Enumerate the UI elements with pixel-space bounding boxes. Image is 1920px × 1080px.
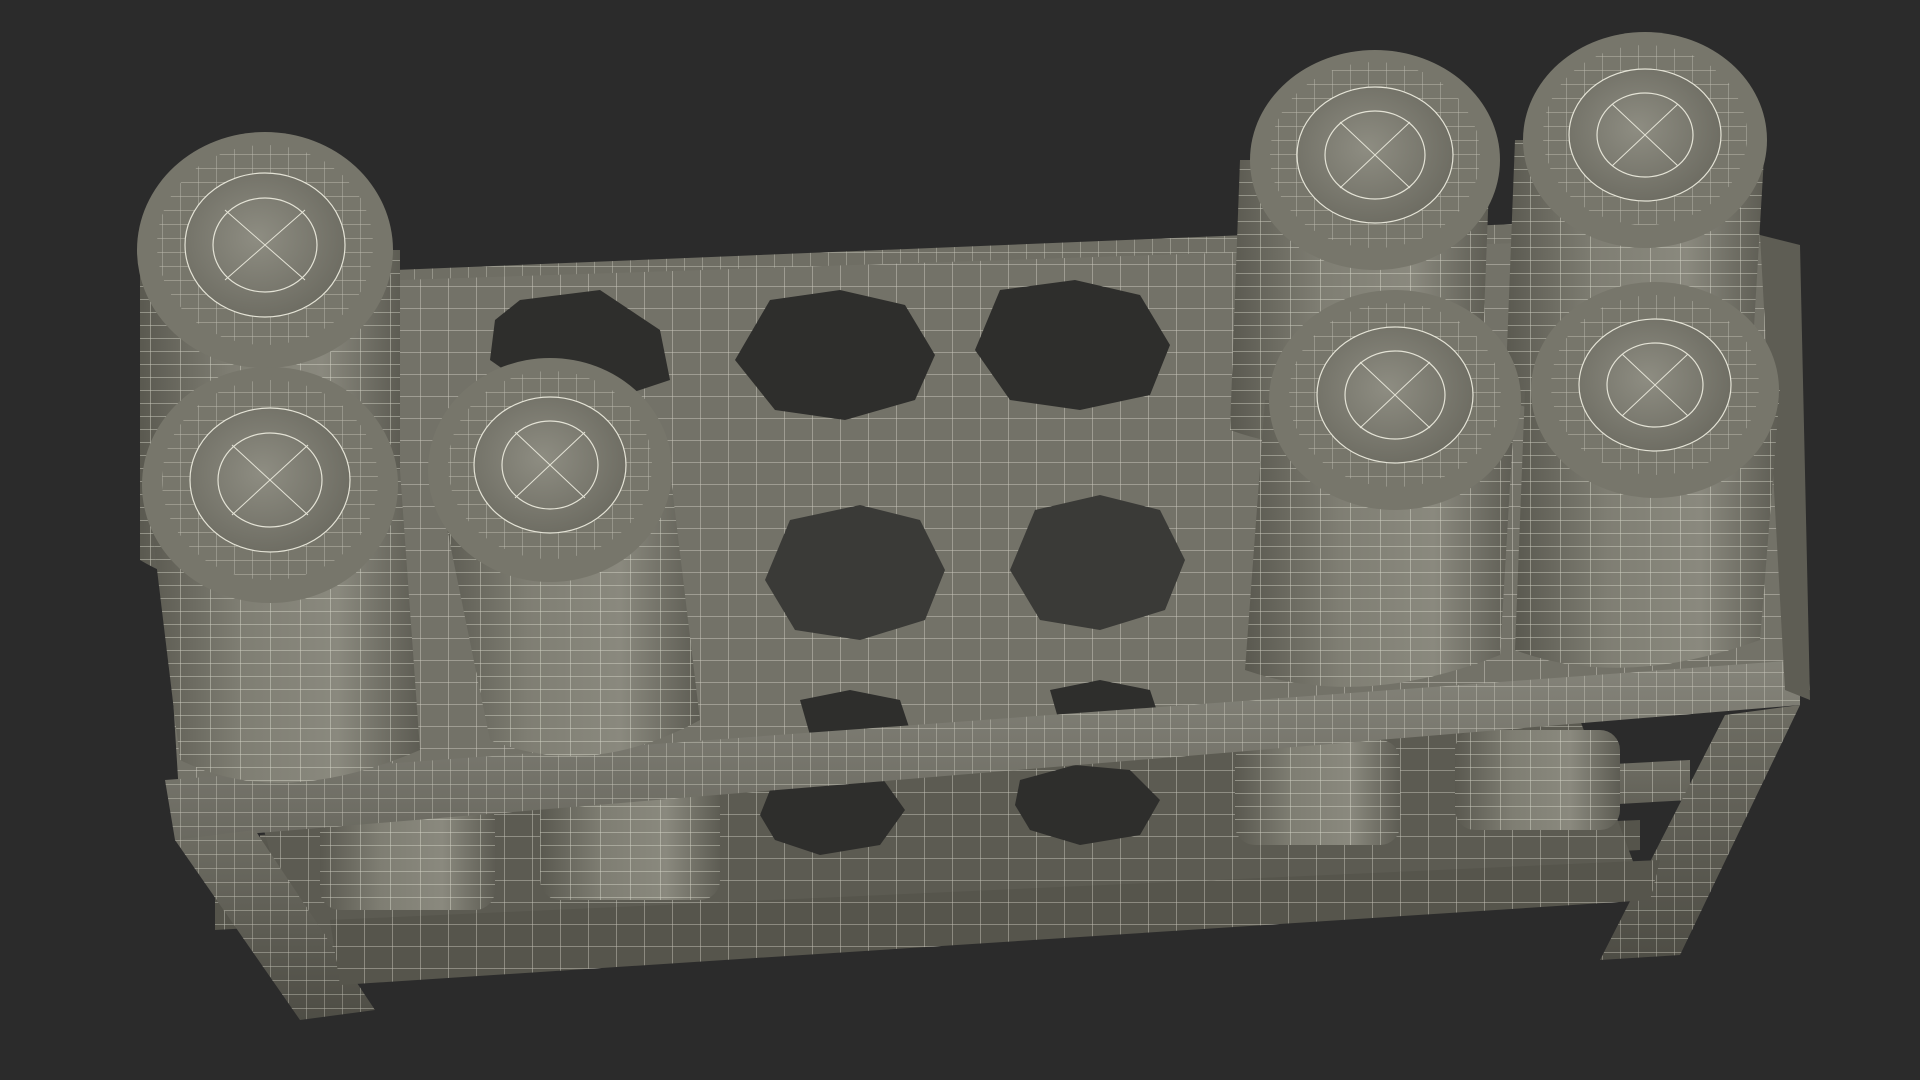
bottle-front-right — [1515, 282, 1780, 668]
lower-bottle-3 — [1235, 740, 1400, 845]
wireframe-render — [137, 32, 1810, 1020]
bottle-front-center-right — [1245, 290, 1521, 687]
render-viewport — [0, 0, 1920, 1080]
bottle-front-left — [142, 367, 420, 783]
lower-bottle-4 — [1455, 730, 1620, 830]
